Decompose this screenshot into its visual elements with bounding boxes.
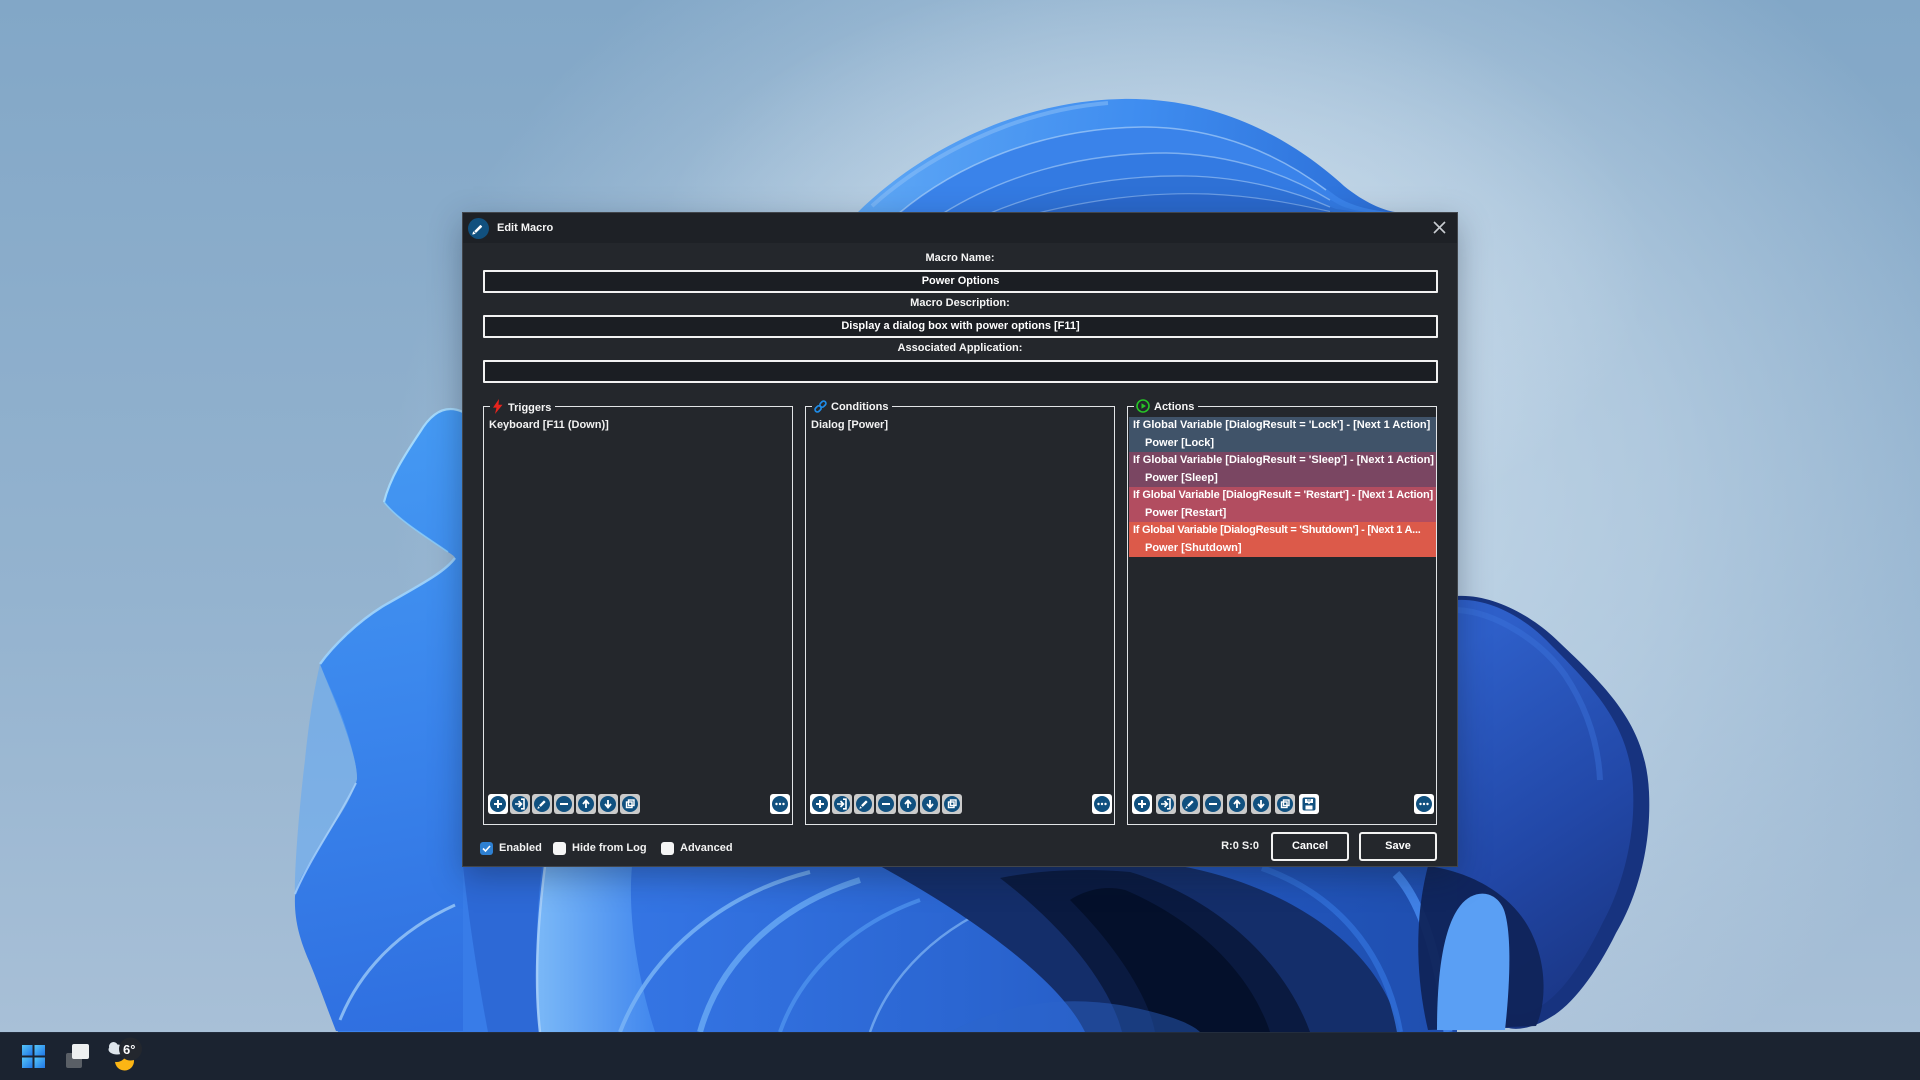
svg-text:6°: 6°	[123, 1042, 135, 1057]
